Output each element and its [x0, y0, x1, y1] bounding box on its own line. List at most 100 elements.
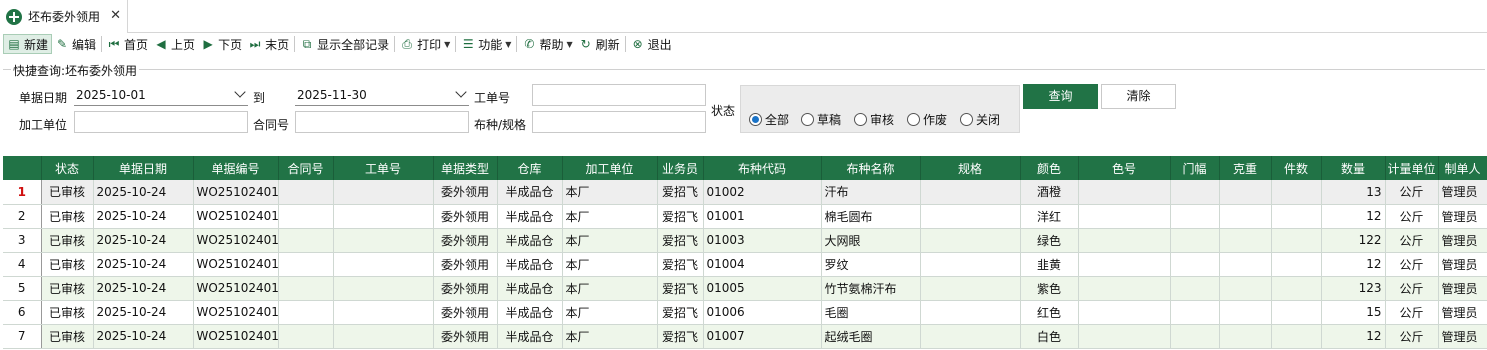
- table-cell[interactable]: 12: [1321, 324, 1386, 349]
- table-cell[interactable]: [1170, 276, 1220, 301]
- table-cell[interactable]: [1078, 180, 1171, 205]
- table-cell[interactable]: 半成品仓: [497, 204, 563, 229]
- column-header[interactable]: 状态: [41, 156, 94, 180]
- table-cell[interactable]: [1170, 324, 1220, 349]
- table-cell[interactable]: [278, 324, 334, 349]
- next-page-button[interactable]: ▶ 下页: [198, 34, 245, 54]
- table-cell[interactable]: 01005: [703, 276, 822, 301]
- table-cell[interactable]: 爱招飞: [657, 204, 704, 229]
- table-cell[interactable]: [1078, 204, 1171, 229]
- table-cell[interactable]: [333, 228, 434, 253]
- row-number-cell[interactable]: 2: [3, 204, 42, 229]
- date-to-field[interactable]: 2025-11-30: [295, 84, 469, 106]
- help-button[interactable]: ✆ 帮助 ▼: [519, 34, 575, 54]
- column-header[interactable]: 计量单位: [1385, 156, 1439, 180]
- table-row[interactable]: 5 已审核 2025-10-24 WO25102401 委外领用 半成品仓 本厂 爱招飞 010…: [3, 276, 1487, 301]
- table-cell[interactable]: 已审核: [41, 324, 94, 349]
- table-cell[interactable]: 公斤: [1385, 324, 1439, 349]
- table-cell[interactable]: WO25102401: [193, 228, 279, 253]
- table-cell[interactable]: 棉毛圆布: [821, 204, 921, 229]
- table-cell[interactable]: 已审核: [41, 300, 94, 325]
- table-cell[interactable]: 白色: [1020, 324, 1079, 349]
- table-cell[interactable]: 01006: [703, 300, 822, 325]
- table-cell[interactable]: [920, 324, 1021, 349]
- table-cell[interactable]: 半成品仓: [497, 276, 563, 301]
- table-cell[interactable]: [278, 180, 334, 205]
- table-cell[interactable]: [920, 300, 1021, 325]
- tab-active[interactable]: 坯布委外领用 ✕: [0, 0, 128, 33]
- table-cell[interactable]: [1219, 300, 1272, 325]
- table-cell[interactable]: 123: [1321, 276, 1386, 301]
- table-cell[interactable]: 爱招飞: [657, 252, 704, 277]
- table-cell[interactable]: [1170, 252, 1220, 277]
- table-cell[interactable]: 2025-10-24: [93, 204, 194, 229]
- table-cell[interactable]: 爱招飞: [657, 228, 704, 253]
- table-cell[interactable]: 本厂: [562, 228, 658, 253]
- column-header[interactable]: 门幅: [1170, 156, 1220, 180]
- table-cell[interactable]: 管理员: [1438, 180, 1487, 205]
- table-cell[interactable]: [1271, 180, 1322, 205]
- first-page-button[interactable]: ⏮ 首页: [104, 34, 151, 54]
- functions-button[interactable]: ☰ 功能 ▼: [458, 34, 514, 54]
- table-cell[interactable]: 委外领用: [433, 300, 498, 325]
- table-row[interactable]: 2 已审核 2025-10-24 WO25102401 委外领用 半成品仓 本厂 爱招飞 010…: [3, 204, 1487, 229]
- chevron-down-icon[interactable]: [234, 86, 246, 98]
- prev-page-button[interactable]: ◀ 上页: [151, 34, 198, 54]
- last-page-button[interactable]: ⏭ 末页: [245, 34, 292, 54]
- table-cell[interactable]: [1170, 228, 1220, 253]
- refresh-button[interactable]: ↻ 刷新: [576, 34, 623, 54]
- table-cell[interactable]: 管理员: [1438, 300, 1487, 325]
- table-cell[interactable]: 公斤: [1385, 276, 1439, 301]
- table-cell[interactable]: 起绒毛圈: [821, 324, 921, 349]
- table-cell[interactable]: [1219, 324, 1272, 349]
- table-cell[interactable]: 2025-10-24: [93, 300, 194, 325]
- table-cell[interactable]: [1271, 252, 1322, 277]
- date-from-field[interactable]: 2025-10-01: [74, 84, 248, 106]
- column-header[interactable]: 单据编号: [193, 156, 279, 180]
- table-cell[interactable]: 已审核: [41, 276, 94, 301]
- table-cell[interactable]: 委外领用: [433, 180, 498, 205]
- query-button[interactable]: 查询: [1023, 84, 1098, 109]
- row-number-cell[interactable]: 5: [3, 276, 42, 301]
- table-cell[interactable]: [1271, 228, 1322, 253]
- table-cell[interactable]: 12: [1321, 252, 1386, 277]
- table-cell[interactable]: 半成品仓: [497, 180, 563, 205]
- table-cell[interactable]: 已审核: [41, 180, 94, 205]
- table-cell[interactable]: 122: [1321, 228, 1386, 253]
- table-cell[interactable]: 15: [1321, 300, 1386, 325]
- table-cell[interactable]: 本厂: [562, 324, 658, 349]
- table-cell[interactable]: 01004: [703, 252, 822, 277]
- table-cell[interactable]: 毛圈: [821, 300, 921, 325]
- table-cell[interactable]: 管理员: [1438, 324, 1487, 349]
- table-cell[interactable]: WO25102401: [193, 180, 279, 205]
- table-cell[interactable]: [1219, 204, 1272, 229]
- table-cell[interactable]: [1219, 228, 1272, 253]
- table-cell[interactable]: 公斤: [1385, 252, 1439, 277]
- table-cell[interactable]: 爱招飞: [657, 324, 704, 349]
- close-icon[interactable]: ✕: [110, 8, 121, 23]
- table-cell[interactable]: [333, 252, 434, 277]
- table-cell[interactable]: 管理员: [1438, 252, 1487, 277]
- column-header[interactable]: 单据类型: [433, 156, 498, 180]
- table-row[interactable]: 4 已审核 2025-10-24 WO25102401 委外领用 半成品仓 本厂 爱招飞 010…: [3, 252, 1487, 277]
- table-row[interactable]: 1 已审核 2025-10-24 WO25102401 委外领用 半成品仓 本厂 爱招飞 010…: [3, 180, 1487, 205]
- table-cell[interactable]: 01002: [703, 180, 822, 205]
- table-cell[interactable]: 委外领用: [433, 228, 498, 253]
- column-header[interactable]: 色号: [1078, 156, 1171, 180]
- clear-button[interactable]: 清除: [1101, 84, 1176, 109]
- table-cell[interactable]: 半成品仓: [497, 252, 563, 277]
- column-header[interactable]: 工单号: [333, 156, 434, 180]
- table-row[interactable]: 7 已审核 2025-10-24 WO25102401 委外领用 半成品仓 本厂 爱招飞 010…: [3, 324, 1487, 349]
- table-cell[interactable]: 已审核: [41, 204, 94, 229]
- column-header[interactable]: 业务员: [657, 156, 704, 180]
- table-cell[interactable]: [920, 252, 1021, 277]
- column-header[interactable]: 合同号: [278, 156, 334, 180]
- column-header[interactable]: 加工单位: [562, 156, 658, 180]
- table-cell[interactable]: 2025-10-24: [93, 276, 194, 301]
- table-cell[interactable]: 绿色: [1020, 228, 1079, 253]
- table-cell[interactable]: [278, 228, 334, 253]
- table-cell[interactable]: 01003: [703, 228, 822, 253]
- table-cell[interactable]: 公斤: [1385, 300, 1439, 325]
- table-cell[interactable]: 本厂: [562, 180, 658, 205]
- status-radio-void[interactable]: 作废: [907, 111, 947, 128]
